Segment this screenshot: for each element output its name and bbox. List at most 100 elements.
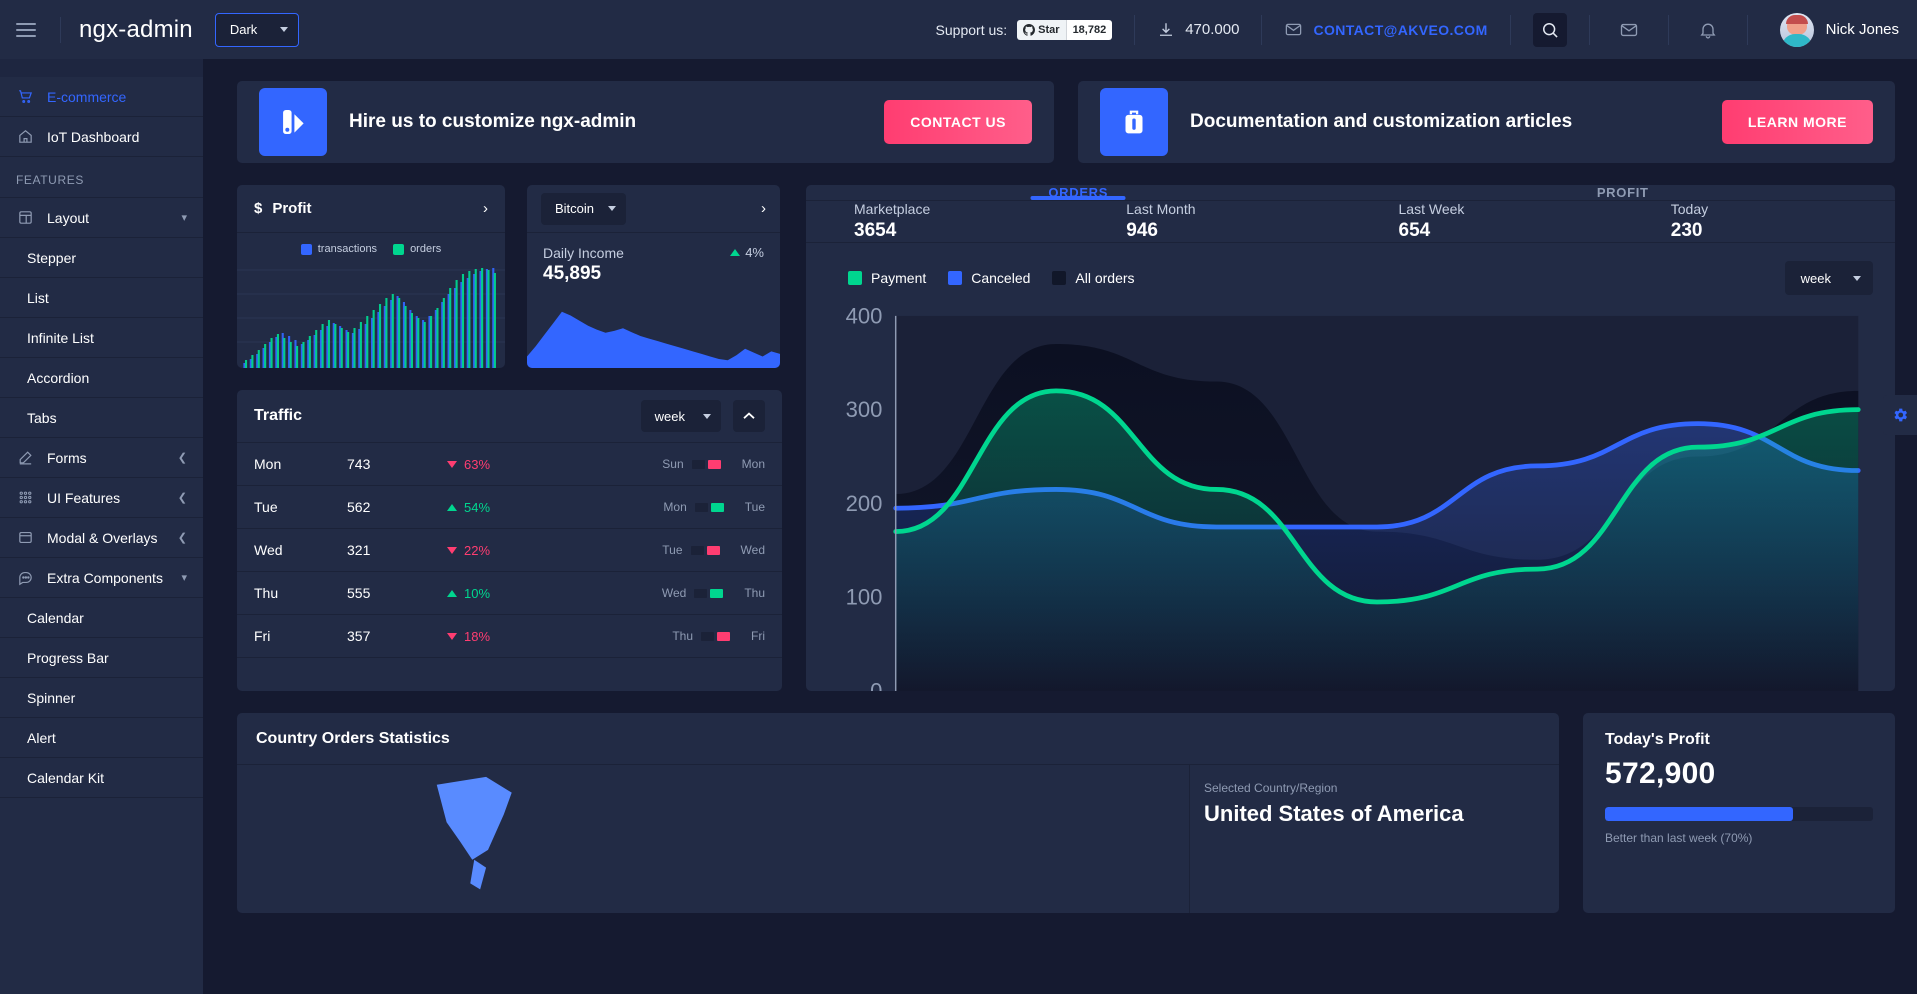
sidebar-item-label: Alert xyxy=(27,729,56,746)
traffic-change: 63% xyxy=(447,457,567,472)
bell-icon[interactable] xyxy=(1691,13,1725,47)
right-column: ORDERS PROFIT Marketplace 3654 Last Mont… xyxy=(806,185,1895,691)
traffic-period-select[interactable]: week xyxy=(640,400,721,432)
sidebar-item-modal-overlays[interactable]: Modal & Overlays ❮ xyxy=(0,518,203,558)
sidebar-item-calendar-kit[interactable]: Calendar Kit xyxy=(0,758,203,798)
tab-profit[interactable]: PROFIT xyxy=(1351,185,1896,200)
sidebar-item-layout[interactable]: Layout ▾ xyxy=(0,198,203,238)
currency-select[interactable]: Bitcoin xyxy=(541,192,627,225)
sidebar-item-alert[interactable]: Alert xyxy=(0,718,203,758)
sidebar-item-accordion[interactable]: Accordion xyxy=(0,358,203,398)
learn-more-button[interactable]: LEARN MORE xyxy=(1721,100,1873,144)
sidebar-item-tabs[interactable]: Tabs xyxy=(0,398,203,438)
legend-swatch xyxy=(1052,271,1067,285)
sidebar: E-commerce IoT Dashboard FEATURES Layout… xyxy=(0,59,203,994)
svg-text:100: 100 xyxy=(846,585,883,610)
table-row: Wed 321 22% Tue Wed xyxy=(237,529,782,572)
svg-text:300: 300 xyxy=(846,397,883,422)
legend-canceled[interactable]: Canceled xyxy=(948,270,1030,286)
gear-icon[interactable] xyxy=(1883,395,1917,435)
sidebar-item-label: IoT Dashboard xyxy=(47,128,140,145)
legend-payment[interactable]: Payment xyxy=(848,270,926,286)
sidebar-item-calendar[interactable]: Calendar xyxy=(0,598,203,638)
left-column: $ Profit › transactions orders Bitcoin ›… xyxy=(237,185,782,691)
traffic-card: Traffic week Mon 743 63% Sun Mon Tue 562 54% Mon… xyxy=(237,390,782,691)
country-card-body: Selected Country/Region United States of… xyxy=(237,765,1559,913)
traffic-change-value: 54% xyxy=(464,499,491,515)
contact-us-button[interactable]: CONTACT US xyxy=(884,100,1032,144)
profit-sparkline-chart xyxy=(237,268,505,368)
sidebar-item-label: Modal & Overlays xyxy=(47,529,158,546)
sidebar-item-stepper[interactable]: Stepper xyxy=(0,238,203,278)
sidebar-item-ecommerce[interactable]: E-commerce xyxy=(0,77,203,117)
header-divider xyxy=(60,16,61,43)
selected-country-area: Selected Country/Region United States of… xyxy=(1189,765,1559,913)
user-menu[interactable]: Nick Jones xyxy=(1779,12,1899,47)
chevron-down-icon: ▾ xyxy=(181,212,187,224)
email-icon[interactable] xyxy=(1612,13,1646,47)
app-shell: E-commerce IoT Dashboard FEATURES Layout… xyxy=(0,59,1917,994)
hamburger-icon[interactable] xyxy=(16,17,42,43)
traffic-change: 18% xyxy=(447,629,567,644)
chevron-up-icon xyxy=(743,412,755,419)
legend-swatch xyxy=(848,271,862,285)
sidebar-item-forms[interactable]: Forms ❮ xyxy=(0,438,203,478)
table-row: Mon 743 63% Sun Mon xyxy=(237,443,782,486)
theme-select[interactable]: Dark xyxy=(214,12,299,47)
traffic-change: 54% xyxy=(447,500,567,515)
tab-label: PROFIT xyxy=(1596,185,1649,200)
header-sep-1 xyxy=(1134,14,1136,45)
stat-value: 654 xyxy=(1398,220,1431,241)
selected-country-label: Selected Country/Region xyxy=(1204,781,1338,795)
sparkline-bars xyxy=(690,543,733,557)
traffic-value: 555 xyxy=(347,585,371,601)
stat-marketplace: Marketplace 3654 xyxy=(806,201,1078,242)
country-card-header: Country Orders Statistics xyxy=(237,713,1559,765)
legend-all-orders[interactable]: All orders xyxy=(1052,270,1135,286)
triangle-up-icon xyxy=(447,589,457,597)
sidebar-item-extra-components[interactable]: Extra Components ▾ xyxy=(0,558,203,598)
stat-value: 3654 xyxy=(854,220,897,241)
sidebar-item-list[interactable]: List xyxy=(0,278,203,318)
download-count: 470.000 xyxy=(1157,21,1239,39)
sidebar-item-infinite-list[interactable]: Infinite List xyxy=(0,318,203,358)
triangle-down-icon xyxy=(447,460,457,468)
sidebar-item-spinner[interactable]: Spinner xyxy=(0,678,203,718)
promo-text: Hire us to customize ngx-admin xyxy=(349,111,637,132)
contact-email-link[interactable]: CONTACT@AKVEO.COM xyxy=(1313,22,1487,38)
progress-fill xyxy=(1605,807,1793,821)
stat-label: Last Month xyxy=(1126,201,1196,217)
traffic-controls: week xyxy=(640,400,765,432)
sidebar-item-label: List xyxy=(27,289,49,306)
chevron-right-icon[interactable]: › xyxy=(483,200,488,217)
traffic-collapse-button[interactable] xyxy=(733,400,765,432)
sidebar-item-iot-dashboard[interactable]: IoT Dashboard xyxy=(0,117,203,157)
traffic-change-value: 18% xyxy=(464,628,491,644)
traffic-from: Sun xyxy=(662,457,684,471)
orders-chart-legend: Payment Canceled All orders xyxy=(848,270,1135,286)
sidebar-item-label: Calendar Kit xyxy=(27,769,105,786)
orders-chart-area: 0100200300400MonTueWedThuFriSatSun xyxy=(806,295,1895,691)
pencil-icon xyxy=(16,449,34,467)
chevron-right-icon[interactable]: › xyxy=(761,200,766,217)
traffic-value: 357 xyxy=(347,628,371,644)
search-icon[interactable] xyxy=(1532,12,1567,47)
bitcoin-card: Bitcoin › Daily Income 45,895 4% xyxy=(527,185,780,368)
sidebar-item-progress-bar[interactable]: Progress Bar xyxy=(0,638,203,678)
traffic-from: Mon xyxy=(663,500,687,514)
profit-card: $ Profit › transactions orders xyxy=(237,185,505,368)
table-row: Fri 357 18% Thu Fri xyxy=(237,615,782,658)
stat-today: Today 230 xyxy=(1623,201,1895,242)
contact-email-item[interactable]: CONTACT@AKVEO.COM xyxy=(1284,20,1487,39)
sidebar-item-ui-features[interactable]: UI Features ❮ xyxy=(0,478,203,518)
github-star-badge[interactable]: Star 18,782 xyxy=(1017,19,1113,40)
country-card-title: Country Orders Statistics xyxy=(256,729,450,747)
download-icon xyxy=(1160,22,1173,36)
email-icon xyxy=(1286,23,1302,36)
triangle-up-icon xyxy=(447,503,457,511)
tab-orders[interactable]: ORDERS xyxy=(806,185,1351,200)
orders-period-select[interactable]: week xyxy=(1784,261,1873,295)
todays-profit-card: Today's Profit 572,900 Better than last … xyxy=(1583,713,1895,913)
world-map[interactable] xyxy=(237,765,1189,913)
grid-dots-icon xyxy=(16,489,34,507)
